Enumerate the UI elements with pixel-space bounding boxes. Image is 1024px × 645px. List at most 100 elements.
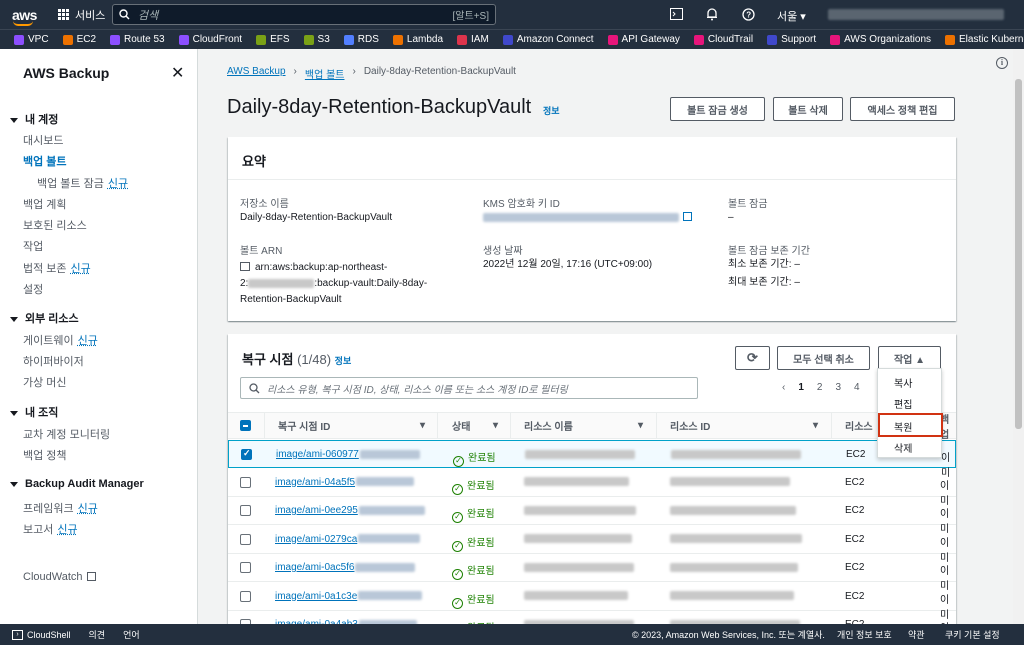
sidebar-item-dashboard[interactable]: 대시보드: [23, 132, 63, 148]
delete-vault-button[interactable]: 볼트 삭제: [773, 97, 843, 121]
cloudshell-icon[interactable]: ›: [12, 630, 23, 640]
bookmark-item[interactable]: RDS: [344, 34, 379, 45]
chevron-left-icon[interactable]: ‹: [782, 382, 785, 393]
breadcrumb-root[interactable]: AWS Backup: [227, 66, 286, 81]
bookmark-item[interactable]: Amazon Connect: [503, 34, 594, 45]
close-icon[interactable]: ✕: [171, 63, 184, 83]
bookmark-item[interactable]: Support: [767, 34, 816, 45]
bookmark-item[interactable]: VPC: [14, 34, 49, 45]
recovery-point-id[interactable]: image/ami-0ee295: [275, 505, 425, 516]
section-my-account[interactable]: 내 계정: [10, 111, 58, 127]
page-scrollbar[interactable]: i: [1013, 49, 1024, 624]
col-resource-type[interactable]: 리소스: [845, 418, 873, 433]
filter-input[interactable]: 리소스 유형, 복구 시점 ID, 상태, 리소스 이름 또는 소스 계정 ID…: [240, 377, 698, 399]
row-checkbox[interactable]: [240, 562, 251, 573]
help-icon[interactable]: ?: [740, 6, 756, 22]
services-menu-button[interactable]: 서비스: [58, 7, 105, 23]
page-3[interactable]: 3: [835, 382, 841, 393]
refresh-button[interactable]: ⟳: [735, 346, 770, 370]
scroll-thumb[interactable]: [1015, 79, 1022, 429]
menu-item-copy[interactable]: 복사: [894, 375, 912, 390]
bookmark-item[interactable]: CloudTrail: [694, 34, 753, 45]
recovery-point-id[interactable]: image/ami-060977: [276, 449, 420, 460]
table-row[interactable]: image/ami-0279ca ✓ 완료됨 EC2 이미: [228, 526, 956, 554]
row-checkbox[interactable]: ✓: [241, 449, 252, 460]
sidebar-item-gateway[interactable]: 게이트웨이 신규: [23, 332, 98, 348]
recovery-point-id[interactable]: image/ami-0a1c3e: [275, 591, 422, 602]
footer-cookies[interactable]: 쿠키 기본 설정: [945, 628, 1000, 641]
sidebar-item-reports[interactable]: 보고서 신규: [23, 521, 78, 537]
footer-privacy[interactable]: 개인 정보 보호: [837, 628, 892, 641]
info-icon[interactable]: i: [996, 57, 1008, 69]
table-row[interactable]: image/ami-04a5f5 ✓ 완료됨 EC2 이미: [228, 469, 956, 497]
bookmark-item[interactable]: AWS Organizations: [830, 34, 931, 45]
bookmark-item[interactable]: API Gateway: [608, 34, 680, 45]
sidebar-item-backup-policy[interactable]: 백업 정책: [23, 447, 67, 463]
edit-access-policy-button[interactable]: 액세스 정책 편집: [850, 97, 955, 121]
search-input[interactable]: 검색 [알트+S]: [112, 4, 496, 25]
row-checkbox[interactable]: [240, 591, 251, 602]
sidebar-item-protected[interactable]: 보호된 리소스: [23, 217, 87, 233]
bookmark-item[interactable]: S3: [304, 34, 330, 45]
actions-button[interactable]: 작업 ▲: [878, 346, 941, 370]
table-row[interactable]: ✓ image/ami-060977 ✓ 완료됨 EC2 이미: [228, 440, 956, 468]
sort-icon[interactable]: ▾: [493, 420, 498, 431]
row-checkbox[interactable]: [240, 477, 251, 488]
sidebar-item-hypervisor[interactable]: 하이퍼바이저: [23, 353, 84, 369]
sort-icon[interactable]: ▾: [638, 420, 643, 431]
sidebar-item-legal-hold[interactable]: 법적 보존 신규: [23, 260, 91, 276]
section-org[interactable]: 내 조직: [10, 404, 58, 420]
sort-icon[interactable]: ▾: [420, 420, 425, 431]
sidebar-item-vm[interactable]: 가상 머신: [23, 374, 67, 390]
bookmark-item[interactable]: CloudFront: [179, 34, 242, 45]
footer-language[interactable]: 언어: [123, 628, 140, 641]
region-selector[interactable]: 서울 ▾: [777, 8, 806, 24]
page-2[interactable]: 2: [817, 382, 823, 393]
bookmark-item[interactable]: Lambda: [393, 34, 443, 45]
recovery-point-id[interactable]: image/ami-04a5f5: [275, 477, 414, 488]
page-1[interactable]: 1: [798, 382, 804, 393]
footer-cloudshell[interactable]: CloudShell: [27, 630, 71, 640]
recovery-point-id[interactable]: image/ami-0ac5f6: [275, 562, 415, 573]
col-status[interactable]: 상태: [452, 418, 470, 433]
table-row[interactable]: image/ami-0a1c3e ✓ 완료됨 EC2 이미: [228, 583, 956, 611]
section-external[interactable]: 외부 리소스: [10, 310, 79, 326]
info-link[interactable]: 정보: [543, 104, 560, 117]
bookmark-item[interactable]: IAM: [457, 34, 489, 45]
copy-icon[interactable]: [240, 262, 250, 271]
sidebar-item-settings[interactable]: 설정: [23, 281, 43, 297]
section-audit[interactable]: Backup Audit Manager: [10, 478, 144, 490]
sidebar-item-cross-account[interactable]: 교차 계정 모니터링: [23, 426, 110, 442]
sidebar-item-vaults[interactable]: 백업 볼트: [23, 153, 67, 169]
kms-key-id[interactable]: [483, 210, 692, 226]
recovery-point-id[interactable]: image/ami-0279ca: [275, 534, 420, 545]
col-resource-id[interactable]: 리소스 ID: [670, 418, 710, 433]
table-row[interactable]: image/ami-0ee295 ✓ 완료됨 EC2 이미: [228, 497, 956, 525]
bookmark-item[interactable]: Elastic Kubernetes Service: [945, 34, 1024, 45]
row-checkbox[interactable]: [240, 505, 251, 516]
row-checkbox[interactable]: [240, 534, 251, 545]
info-link[interactable]: 정보: [335, 356, 352, 366]
sidebar-item-cloudwatch[interactable]: CloudWatch: [23, 571, 96, 583]
sidebar-item-vault-lock[interactable]: 백업 볼트 잠금 신규: [37, 175, 128, 191]
sort-icon[interactable]: ▾: [813, 420, 818, 431]
breadcrumb-vaults[interactable]: 백업 볼트: [305, 66, 345, 81]
sidebar-item-frameworks[interactable]: 프레임워크 신규: [23, 500, 98, 516]
bookmark-item[interactable]: EC2: [63, 34, 96, 45]
bell-icon[interactable]: [704, 6, 720, 22]
menu-item-restore[interactable]: 복원: [894, 419, 912, 434]
footer-feedback[interactable]: 의견: [89, 628, 106, 641]
create-vault-lock-button[interactable]: 볼트 잠금 생성: [670, 97, 765, 121]
table-row[interactable]: image/ami-0ac5f6 ✓ 완료됨 EC2 이미: [228, 554, 956, 582]
page-4[interactable]: 4: [854, 382, 860, 393]
account-menu[interactable]: [828, 9, 1004, 20]
menu-item-edit[interactable]: 편집: [894, 396, 912, 411]
sidebar-item-jobs[interactable]: 작업: [23, 238, 43, 254]
deselect-all-button[interactable]: 모두 선택 취소: [777, 346, 870, 370]
col-resource-name[interactable]: 리소스 이름: [524, 418, 573, 433]
col-recovery-id[interactable]: 복구 시점 ID: [278, 418, 330, 433]
bookmark-item[interactable]: Route 53: [110, 34, 165, 45]
footer-terms[interactable]: 약관: [908, 628, 925, 641]
sidebar-title[interactable]: AWS Backup: [23, 65, 109, 81]
sidebar-item-plans[interactable]: 백업 계획: [23, 196, 67, 212]
